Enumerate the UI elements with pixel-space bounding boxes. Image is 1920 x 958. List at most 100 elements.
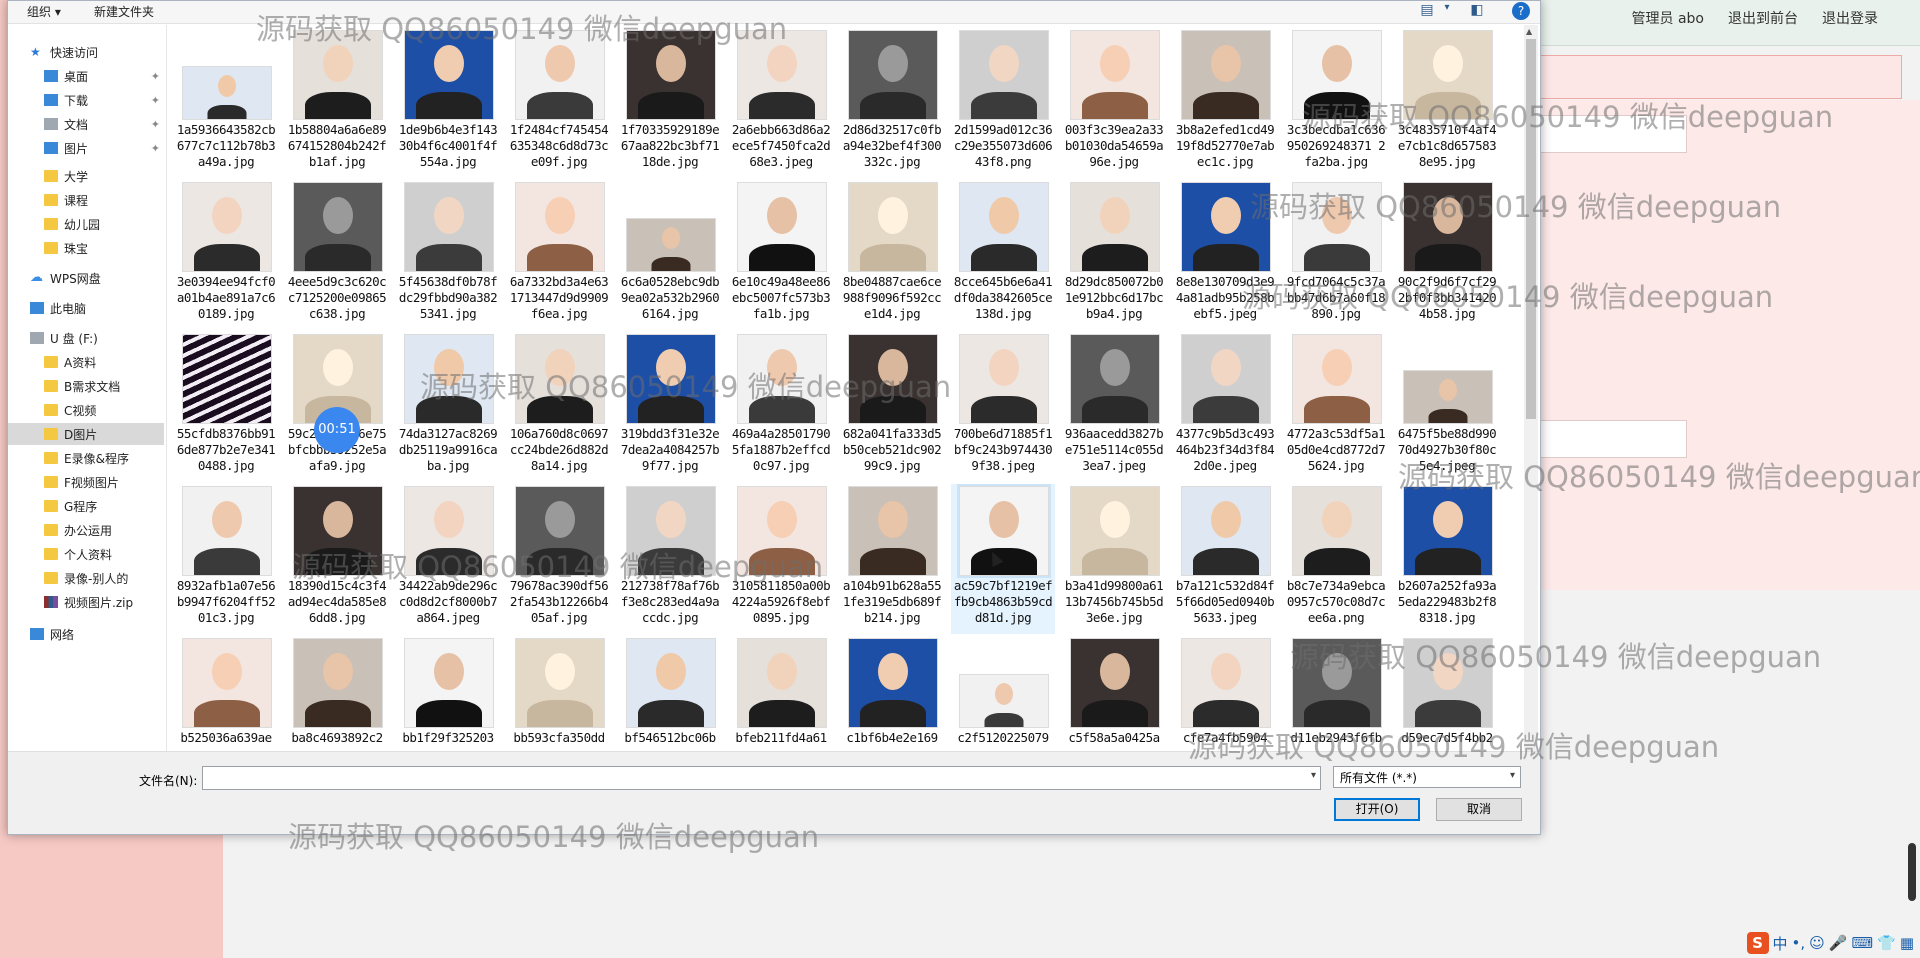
file-item[interactable]: 8e8e130709d3e94a81adb95b258bebf5.jpeg bbox=[1173, 180, 1277, 330]
file-item[interactable]: 4eee5d9c3c620cc7125200e09865c638.jpg bbox=[285, 180, 389, 330]
file-item[interactable]: 5f45638df0b78fdc29fbbd90a3825341.jpg bbox=[396, 180, 500, 330]
file-item[interactable]: b2607a252fa93a5eda229483b2f88318.jpg bbox=[1395, 484, 1499, 634]
file-type-select[interactable]: 所有文件 (*.*) ▾ bbox=[1333, 766, 1521, 788]
nav-item[interactable]: 图片 ✦ bbox=[8, 137, 164, 159]
nav-item[interactable]: ★ 快速访问 bbox=[8, 41, 164, 63]
exit-to-frontend-link[interactable]: 退出到前台 bbox=[1728, 8, 1798, 28]
nav-item[interactable]: 网络 bbox=[8, 623, 164, 645]
file-item[interactable]: 1a5936643582cb677c7c112b78b3a49a.jpg bbox=[174, 28, 278, 178]
file-item[interactable]: 1f70335929189e67aa822bc3bf7118de.jpg bbox=[618, 28, 722, 178]
nav-item[interactable]: 此电脑 bbox=[8, 297, 164, 319]
view-icon[interactable]: ▤ bbox=[1418, 2, 1436, 20]
chevron-down-icon[interactable]: ▾ bbox=[1311, 770, 1316, 781]
pane-divider[interactable] bbox=[166, 25, 167, 751]
file-item[interactable]: 003f3c39ea2a33b01030da54659a96e.jpg bbox=[1062, 28, 1166, 178]
file-item[interactable]: 1de9b6b4e3f14330b4f6c4001f4f554a.jpg bbox=[396, 28, 500, 178]
nav-item[interactable]: 个人资料 bbox=[8, 543, 164, 565]
file-item[interactable]: 212738f78af76bf3e8c283ed4a9accdc.jpg bbox=[618, 484, 722, 634]
file-item[interactable]: 2a6ebb663d86a2ece5f7450fca2d68e3.jpeg bbox=[729, 28, 833, 178]
nav-item[interactable]: C视频 bbox=[8, 399, 164, 421]
nav-item[interactable]: 珠宝 bbox=[8, 237, 164, 259]
file-item[interactable]: 1b58804a6a6e89674152804b242fb1af.jpg bbox=[285, 28, 389, 178]
file-item[interactable]: 3e0394ee94fcf0a01b4ae891a7c60189.jpg bbox=[174, 180, 278, 330]
file-item[interactable]: c1bf6b4e2e169 bbox=[840, 636, 944, 751]
file-item[interactable]: c5f58a5a0425a bbox=[1062, 636, 1166, 751]
file-item[interactable]: cfe7a4fb5904 bbox=[1173, 636, 1277, 751]
file-item[interactable]: b525036a639ae bbox=[174, 636, 278, 751]
file-item[interactable]: 469a4a285017905fa1887b2effcd0c97.jpg bbox=[729, 332, 833, 482]
grid-icon[interactable]: ▦ bbox=[1900, 934, 1914, 952]
file-item[interactable]: 34422ab9de296cc0d8d2cf8000b7a864.jpeg bbox=[396, 484, 500, 634]
background-input-2[interactable] bbox=[1540, 420, 1687, 458]
logout-link[interactable]: 退出登录 bbox=[1822, 8, 1878, 28]
nav-item[interactable]: 录像-别人的 bbox=[8, 567, 164, 589]
nav-item[interactable]: A资料 bbox=[8, 351, 164, 373]
file-item[interactable]: 6e10c49a48ee86ebc5007fc573b3fa1b.jpg bbox=[729, 180, 833, 330]
file-item[interactable]: 6a7332bd3a4e631713447d9d9909f6ea.jpg bbox=[507, 180, 611, 330]
file-item[interactable]: b8c7e734a9ebca0957c570c08d7cee6a.png bbox=[1284, 484, 1388, 634]
file-item[interactable]: 8be04887cae6ce988f9096f592cce1d4.jpg bbox=[840, 180, 944, 330]
file-item[interactable]: 2d86d32517c0fba94e32bef4f300332c.jpg bbox=[840, 28, 944, 178]
scroll-up-icon[interactable]: ▲ bbox=[1526, 27, 1532, 36]
file-item[interactable]: 2d1599ad012c36c29e355073d60643f8.png bbox=[951, 28, 1055, 178]
help-icon[interactable]: ? bbox=[1512, 2, 1530, 20]
file-item[interactable]: 1f2484cf745454635348c6d8d73ce09f.jpg bbox=[507, 28, 611, 178]
nav-item[interactable]: D图片 bbox=[8, 423, 164, 445]
filename-input[interactable]: ▾ bbox=[202, 766, 1321, 790]
open-button[interactable]: 打开(O) bbox=[1334, 798, 1420, 821]
file-item[interactable]: d11eb2943f6fb bbox=[1284, 636, 1388, 751]
nav-item[interactable]: 办公运用 bbox=[8, 519, 164, 541]
file-item[interactable]: 9fcd7064c5c37abb47d6b7a60f18890.jpg bbox=[1284, 180, 1388, 330]
keyboard-icon[interactable]: ⌨ bbox=[1851, 934, 1873, 952]
skin-icon[interactable]: 👕 bbox=[1877, 934, 1896, 952]
chinese-mode-icon[interactable]: 中 bbox=[1773, 933, 1788, 954]
nav-item[interactable]: B需求文档 bbox=[8, 375, 164, 397]
nav-item[interactable]: 幼儿园 bbox=[8, 213, 164, 235]
file-item[interactable]: 90c2f9d6f7cf292bf0f3bb3414204b58.jpg bbox=[1395, 180, 1499, 330]
file-item[interactable]: bb593cfa350dd bbox=[507, 636, 611, 751]
file-item[interactable]: d59ec7d5f4bb2 bbox=[1395, 636, 1499, 751]
chevron-down-icon[interactable]: ▾ bbox=[1438, 2, 1456, 20]
file-item[interactable]: bfeb211fd4a61 bbox=[729, 636, 833, 751]
file-item[interactable]: 682a041fa333d5b50ceb521dc90299c9.jpg bbox=[840, 332, 944, 482]
file-item[interactable]: ac59c7bf1219effb9cb4863b59cdd81d.jpg bbox=[951, 484, 1055, 634]
file-item[interactable]: 106a760d8c0697cc24bde26d882d8a14.jpg bbox=[507, 332, 611, 482]
file-item[interactable]: 79678ac390df562fa543b12266b405af.jpg bbox=[507, 484, 611, 634]
file-item[interactable]: ba8c4693892c2 bbox=[285, 636, 389, 751]
nav-item[interactable]: 桌面 ✦ bbox=[8, 65, 164, 87]
nav-item[interactable]: ☁ WPS网盘 bbox=[8, 267, 164, 289]
nav-item[interactable]: 下载 ✦ bbox=[8, 89, 164, 111]
file-item[interactable]: 6c6a0528ebc9db9ea02a532b29606164.jpg bbox=[618, 180, 722, 330]
new-folder-button[interactable]: 新建文件夹 bbox=[94, 3, 154, 20]
page-scrollbar[interactable] bbox=[1908, 843, 1916, 901]
punctuation-icon[interactable]: •, bbox=[1792, 934, 1806, 952]
file-item[interactable]: bf546512bc06b bbox=[618, 636, 722, 751]
file-item[interactable]: b3a41d99800a6113b7456b745b5d3e6e.jpg bbox=[1062, 484, 1166, 634]
file-item[interactable]: 936aacedd3827be751e5114c055d3ea7.jpeg bbox=[1062, 332, 1166, 482]
sogou-icon[interactable]: S bbox=[1746, 932, 1769, 954]
file-item[interactable]: 4772a3c53df5a105d0e4cd8772d75624.jpg bbox=[1284, 332, 1388, 482]
microphone-icon[interactable]: 🎤 bbox=[1829, 934, 1848, 952]
file-item[interactable]: b7a121c532d84f5f66d05ed0940b5633.jpeg bbox=[1173, 484, 1277, 634]
organize-menu[interactable]: 组织 ▾ bbox=[27, 3, 61, 20]
nav-item[interactable]: G程序 bbox=[8, 495, 164, 517]
cancel-button[interactable]: 取消 bbox=[1436, 798, 1522, 821]
file-item[interactable]: 3105811850a00b4224a5926f8ebf0895.jpg bbox=[729, 484, 833, 634]
file-item[interactable]: 319bdd3f31e32e7dea2a4084257b9f77.jpg bbox=[618, 332, 722, 482]
nav-item[interactable]: 视频图片.zip bbox=[8, 591, 164, 613]
file-item[interactable]: c2f5120225079 bbox=[951, 636, 1055, 751]
file-item[interactable]: 74da3127ac8269db25119a9916caba.jpg bbox=[396, 332, 500, 482]
nav-item[interactable]: U 盘 (F:) bbox=[8, 327, 164, 349]
nav-item[interactable]: F视频图片 bbox=[8, 471, 164, 493]
file-item[interactable]: 3c4835710f4af4e7cb1c8d6575838e95.jpg bbox=[1395, 28, 1499, 178]
background-input-1[interactable] bbox=[1540, 115, 1687, 153]
file-item[interactable]: 6475f5be88d99070d4927b30f80c5e4.jpeg bbox=[1395, 332, 1499, 482]
file-item[interactable]: 3c3becdba1c636950269248371 2fa2ba.jpg bbox=[1284, 28, 1388, 178]
admin-user-link[interactable]: 管理员 abo bbox=[1632, 8, 1704, 28]
nav-item[interactable]: 课程 bbox=[8, 189, 164, 211]
file-item[interactable]: 18390d15c4c3f4ad94ec4da585e86dd8.jpg bbox=[285, 484, 389, 634]
nav-item[interactable]: 文档 ✦ bbox=[8, 113, 164, 135]
file-item[interactable]: 700be6d71885f1bf9c243b9744309f38.jpeg bbox=[951, 332, 1055, 482]
file-grid-scrollbar[interactable]: ▲ bbox=[1524, 25, 1538, 751]
file-item[interactable]: 8932afb1a07e56b9947f6204ff5201c3.jpg bbox=[174, 484, 278, 634]
